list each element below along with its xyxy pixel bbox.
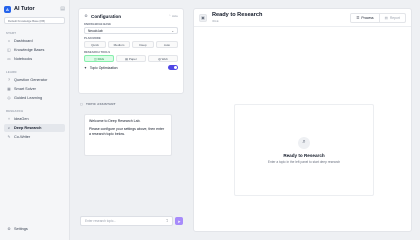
topic-optimization-row: ✦ Topic Optimization — [84, 65, 178, 70]
tool-label: Web — [161, 56, 168, 61]
microscope-icon: ⌕ — [7, 126, 10, 130]
chevron-down-icon: ⌄ — [171, 28, 174, 33]
chat-icon: ▢ — [80, 102, 84, 106]
topic-optimization-label: Topic Optimization — [89, 65, 118, 70]
database-icon: ◫ — [7, 48, 11, 52]
app-name: AI Tutor — [14, 6, 35, 12]
send-button[interactable]: ➤ — [175, 217, 183, 225]
gear-icon: ⚙ — [7, 227, 11, 231]
sidebar: A AI Tutor ▤ Default Knowledge Base (KB)… — [0, 0, 70, 240]
empty-state-description: Enter a topic in the left panel to start… — [267, 159, 341, 164]
sidebar-item-label: IdeaGen — [14, 117, 29, 121]
brand: A AI Tutor ▤ — [4, 4, 65, 14]
sidebar-item-question-generator[interactable]: ? Question Generator — [4, 76, 65, 84]
empty-state-title: Ready to Research — [283, 152, 325, 158]
plan-option-deep[interactable]: Deep — [132, 41, 154, 48]
tool-rag[interactable]: ◫ RAG — [84, 55, 114, 62]
empty-state: ⌕ Ready to Research Enter a topic in the… — [234, 104, 374, 196]
view-tabs: ☰ Process ▤ Report — [350, 12, 406, 23]
calculator-icon: ▦ — [7, 87, 11, 91]
configuration-header: ⚙ Configuration ⌃ Hide — [84, 12, 178, 20]
tab-process[interactable]: ☰ Process — [351, 13, 380, 22]
hide-config-label: Hide — [171, 14, 178, 18]
list-icon: ☰ — [356, 15, 360, 20]
sidebar-item-label: Dashboard — [14, 39, 33, 43]
kb-label: KNOWLEDGE BASE — [84, 22, 112, 26]
research-tools-label: RESEARCH TOOLS — [84, 50, 111, 54]
pen-icon: ✎ — [7, 135, 11, 139]
gear-icon: ⚙ — [84, 14, 88, 18]
sidebar-item-label: Co-Writer — [14, 135, 31, 139]
hide-config-button[interactable]: ⌃ Hide — [168, 14, 178, 18]
kb-select-value: Neuob-lab — [88, 28, 103, 33]
sidebar-item-ideagen[interactable]: ✧ IdeaGen — [4, 115, 65, 123]
tab-label: Process — [361, 15, 374, 20]
sidebar-item-notebooks[interactable]: ▭ Notebooks — [4, 55, 65, 63]
section-label-start: START — [6, 31, 17, 35]
main-status: IDLE — [212, 19, 219, 23]
compass-icon: ◎ — [7, 96, 11, 100]
book-icon: ▭ — [7, 57, 11, 61]
sidebar-item-label: Smart Solver — [14, 87, 36, 91]
sidebar-item-guided-learning[interactable]: ◎ Guided Learning — [4, 94, 65, 102]
send-icon: ➤ — [177, 218, 181, 224]
tool-web[interactable]: ◍ Web — [148, 55, 178, 62]
sidebar-item-label: Guided Learning — [14, 96, 43, 100]
kb-selector[interactable]: Default Knowledge Base (KB) — [4, 17, 65, 24]
sidebar-item-co-writer[interactable]: ✎ Co-Writer — [4, 133, 65, 141]
tab-report[interactable]: ▤ Report — [380, 14, 405, 22]
layout-icon: ▣ — [199, 13, 207, 22]
assistant-instruction-text: Please configure your settings above, th… — [89, 127, 165, 136]
collapse-icon[interactable]: ▤ — [60, 6, 65, 12]
sidebar-item-deep-research[interactable]: ⌕ Deep Research — [4, 124, 65, 132]
sidebar-item-label: Notebooks — [14, 57, 33, 61]
sidebar-item-knowledge-bases[interactable]: ◫ Knowledge Bases — [4, 46, 65, 54]
tool-label: RAG — [97, 56, 105, 61]
configuration-title: Configuration — [91, 13, 122, 19]
sidebar-item-label: Knowledge Bases — [14, 48, 45, 52]
research-topic-placeholder: Enter research topic... — [85, 219, 117, 223]
tool-label: Paper — [128, 56, 137, 61]
sidebar-item-smart-solver[interactable]: ▦ Smart Solver — [4, 85, 65, 93]
section-label-research: RESEARCH — [6, 109, 24, 113]
app-logo: A — [4, 5, 11, 13]
sidebar-item-label: Deep Research — [14, 126, 42, 130]
topic-optimization-toggle[interactable] — [168, 65, 178, 70]
plan-option-medium[interactable]: Medium — [108, 41, 130, 48]
question-icon: ? — [8, 78, 10, 82]
text-cursor-icon: ⌶ — [166, 219, 168, 223]
research-main-panel: ▣ Ready to Research IDLE ☰ Process ▤ Rep… — [193, 8, 412, 232]
topic-assistant-label: TOPIC ASSISTANT — [86, 102, 116, 106]
plan-mode-selector: Quick Medium Deep Auto — [84, 41, 178, 48]
home-icon: ⌂ — [7, 39, 11, 43]
tab-label: Report — [389, 15, 400, 20]
section-label-learn: LEARN — [6, 70, 17, 74]
document-icon: ▤ — [384, 15, 388, 20]
plan-option-quick[interactable]: Quick — [84, 41, 106, 48]
tool-paper[interactable]: ▤ Paper — [116, 55, 146, 62]
kb-select[interactable]: Neuob-lab ⌄ — [84, 27, 178, 34]
configuration-panel: ⚙ Configuration ⌃ Hide KNOWLEDGE BASE Ne… — [78, 8, 184, 94]
sidebar-item-settings[interactable]: ⚙ Settings — [4, 225, 66, 233]
chevron-up-icon: ⌃ — [168, 14, 171, 18]
lightbulb-icon: ✧ — [7, 117, 11, 121]
sidebar-item-dashboard[interactable]: ⌂ Dashboard — [4, 37, 65, 45]
research-tools-selector: ◫ RAG ▤ Paper ◍ Web — [84, 55, 178, 62]
research-topic-input[interactable]: Enter research topic... ⌶ — [80, 216, 173, 226]
sidebar-item-label: Question Generator — [14, 78, 48, 82]
search-icon: ⌕ — [298, 136, 310, 149]
sparkle-icon: ✦ — [84, 65, 87, 70]
plan-option-auto[interactable]: Auto — [156, 41, 178, 48]
assistant-welcome-text: Welcome to Deep Research Lab. — [89, 119, 141, 123]
topic-assistant-header: ▢ TOPIC ASSISTANT — [80, 102, 116, 106]
plan-mode-label: PLAN MODE — [84, 36, 101, 40]
main-header: ▣ Ready to Research IDLE ☰ Process ▤ Rep… — [194, 9, 411, 27]
sidebar-item-label: Settings — [14, 227, 28, 231]
assistant-message: Welcome to Deep Research Lab. Please con… — [84, 114, 172, 156]
main-title: Ready to Research — [212, 12, 263, 18]
